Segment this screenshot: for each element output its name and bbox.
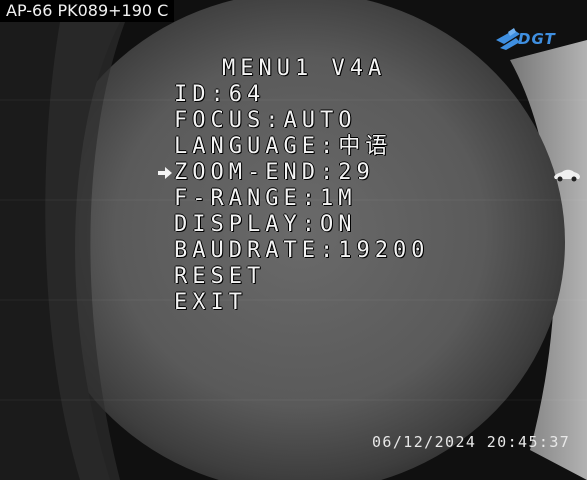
menu-item-label: EXIT [174,290,247,315]
menu-item-label: ZOOM-END:29 [174,160,375,185]
menu-item-label: BAUDRATE:19200 [174,238,430,263]
menu-item-focus[interactable]: FOCUS:AUTO [174,108,429,134]
camera-view: AP-66 PK089+190 C DGT MENU1 V4A ID:64 FO… [0,0,587,480]
menu-item-reset[interactable]: RESET [174,264,429,290]
camera-title: AP-66 PK089+190 C [6,1,169,20]
menu-item-baudrate[interactable]: BAUDRATE:19200 [174,238,429,264]
menu-item-label: ID:64 [174,82,266,107]
menu-title: MENU1 V4A [222,56,387,81]
menu-item-label: LANGUAGE:中语 [174,134,393,159]
arrow-right-icon [158,166,172,182]
menu-item-zoom-end[interactable]: ZOOM-END:29 [174,160,429,186]
timestamp: 06/12/2024 20:45:37 [372,433,571,451]
camera-title-bar: AP-66 PK089+190 C [0,0,175,22]
menu-item-id[interactable]: ID:64 [174,82,429,108]
menu-item-display[interactable]: DISPLAY:ON [174,212,429,238]
menu-item-label: FOCUS:AUTO [174,108,357,133]
menu-item-language[interactable]: LANGUAGE:中语 [174,134,429,160]
osd-menu: ID:64 FOCUS:AUTO LANGUAGE:中语 ZOOM-END:29… [174,82,429,316]
menu-item-label: F-RANGE:1M [174,186,357,211]
car-icon [554,169,580,182]
menu-item-label: RESET [174,264,266,289]
menu-item-f-range[interactable]: F-RANGE:1M [174,186,429,212]
logo-text: DGT [518,30,556,48]
menu-item-exit[interactable]: EXIT [174,290,429,316]
menu-item-label: DISPLAY:ON [174,212,357,237]
